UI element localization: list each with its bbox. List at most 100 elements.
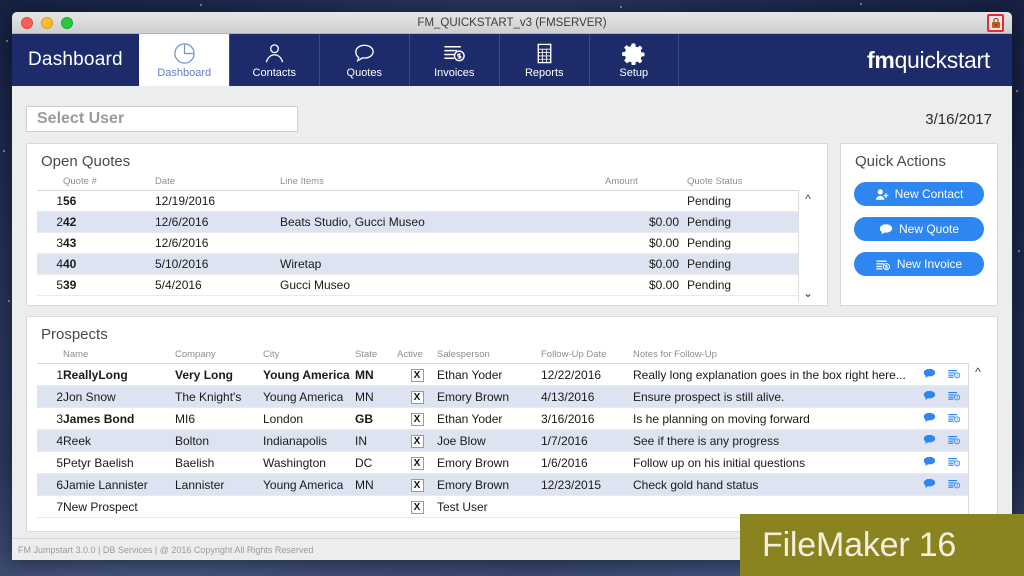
cell-state: IN xyxy=(355,429,397,452)
col-quote-status[interactable]: Quote Status xyxy=(687,176,797,191)
cell-active[interactable]: X xyxy=(397,495,437,518)
logo-quickstart: quickstart xyxy=(894,46,991,73)
cell-followup-date: 12/22/2016 xyxy=(541,363,633,386)
cell-company: Very Long xyxy=(175,363,263,386)
zoom-button[interactable] xyxy=(61,16,73,29)
tab-dashboard[interactable]: Dashboard xyxy=(138,34,229,86)
active-checkbox[interactable]: X xyxy=(410,413,424,426)
active-checkbox[interactable]: X xyxy=(410,435,424,448)
col-followup-date[interactable]: Follow-Up Date xyxy=(541,349,633,364)
col-amount[interactable]: Amount xyxy=(605,176,687,191)
row-number: 4 xyxy=(37,429,63,452)
tab-setup[interactable]: Setup xyxy=(588,34,679,86)
cell-followup-date: 1/6/2016 xyxy=(541,451,633,474)
tab-invoices[interactable]: Invoices xyxy=(408,34,499,86)
close-button[interactable] xyxy=(21,16,33,29)
col-name[interactable]: Name xyxy=(63,349,175,364)
active-checkbox[interactable]: X xyxy=(410,369,424,382)
col-salesperson[interactable]: Salesperson xyxy=(437,349,541,364)
tab-setup-label: Setup xyxy=(619,67,649,79)
cell-company: Bolton xyxy=(175,429,263,452)
speech-bubble-icon[interactable] xyxy=(923,390,936,404)
invoice-dollar-icon[interactable] xyxy=(948,368,961,382)
new-quote-button[interactable]: New Quote xyxy=(854,217,984,241)
cell-notes: Follow up on his initial questions xyxy=(633,451,907,474)
filemaker-version-label: FileMaker 16 xyxy=(762,525,957,564)
speech-bubble-icon[interactable] xyxy=(923,412,936,426)
invoice-dollar-icon[interactable] xyxy=(948,456,961,470)
tab-reports[interactable]: Reports xyxy=(498,34,589,86)
active-checkbox[interactable]: X xyxy=(410,501,424,514)
table-row[interactable]: 4 40 5/10/2016 Wiretap $0.00 Pending xyxy=(37,253,817,275)
prospects-scrollbar[interactable]: ^ xyxy=(968,363,987,529)
nav-tabs: Dashboard Contacts Quotes Invoices Repor… xyxy=(138,34,679,86)
table-row[interactable]: 6 Jamie Lannister Lannister Young Americ… xyxy=(37,473,987,496)
lock-icon[interactable] xyxy=(987,14,1004,32)
open-quotes-table-wrap: Quote # Date Line Items Amount Quote Sta… xyxy=(37,176,817,305)
col-quote-number[interactable]: Quote # xyxy=(63,176,155,191)
pie-chart-icon xyxy=(173,40,196,65)
cell-active[interactable]: X xyxy=(397,363,437,386)
tab-contacts[interactable]: Contacts xyxy=(228,34,319,86)
speech-bubble-icon[interactable] xyxy=(923,456,936,470)
footer-text: FM Jumpstart 3.0.0 | DB Services | @ 201… xyxy=(18,544,314,555)
cell-date: 12/6/2016 xyxy=(155,232,280,254)
new-contact-button[interactable]: New Contact xyxy=(854,182,984,206)
window-controls[interactable] xyxy=(21,16,73,29)
table-row[interactable]: 1 56 12/19/2016 Pending xyxy=(37,190,817,212)
table-row[interactable]: 5 Petyr Baelish Baelish Washington DC X … xyxy=(37,451,987,474)
cell-name: Petyr Baelish xyxy=(63,451,175,474)
star xyxy=(200,4,202,6)
cell-row-actions[interactable] xyxy=(907,473,967,496)
table-row[interactable]: 3 43 12/6/2016 $0.00 Pending xyxy=(37,232,817,254)
chevron-up-icon[interactable]: ^ xyxy=(975,365,981,379)
cell-row-actions[interactable] xyxy=(907,429,967,452)
speech-bubble-icon[interactable] xyxy=(923,478,936,492)
chevron-down-icon[interactable]: ⌄ xyxy=(803,286,813,300)
cell-row-actions[interactable] xyxy=(907,363,967,386)
table-row[interactable]: 3 James Bond MI6 London GB X Ethan Yoder… xyxy=(37,407,987,430)
new-invoice-button[interactable]: New Invoice xyxy=(854,252,984,276)
speech-bubble-icon[interactable] xyxy=(923,368,936,382)
cell-active[interactable]: X xyxy=(397,473,437,496)
table-row[interactable]: 1 ReallyLong Very Long Young America MN … xyxy=(37,363,987,386)
table-row[interactable]: 2 42 12/6/2016 Beats Studio, Gucci Museo… xyxy=(37,211,817,233)
page-title: Dashboard xyxy=(28,49,123,70)
cell-active[interactable]: X xyxy=(397,451,437,474)
row-number: 6 xyxy=(37,473,63,496)
col-date[interactable]: Date xyxy=(155,176,280,191)
table-row[interactable]: 4 Reek Bolton Indianapolis IN X Joe Blow… xyxy=(37,429,987,452)
window-titlebar[interactable]: FM_QUICKSTART_v3 (FMSERVER) xyxy=(12,12,1012,34)
col-state[interactable]: State xyxy=(355,349,397,364)
col-line-items[interactable]: Line Items xyxy=(280,176,605,191)
cell-row-actions[interactable] xyxy=(907,407,967,430)
select-user-input[interactable]: Select User xyxy=(26,106,298,132)
cell-active[interactable]: X xyxy=(397,407,437,430)
table-row[interactable]: 5 39 5/4/2016 Gucci Museo $0.00 Pending xyxy=(37,274,817,296)
open-quotes-table: Quote # Date Line Items Amount Quote Sta… xyxy=(37,176,817,296)
invoice-dollar-icon[interactable] xyxy=(948,390,961,404)
col-active[interactable]: Active xyxy=(397,349,437,364)
active-checkbox[interactable]: X xyxy=(410,391,424,404)
col-city[interactable]: City xyxy=(263,349,355,364)
table-row[interactable]: 2 Jon Snow The Knight's Young America MN… xyxy=(37,385,987,408)
cell-salesperson: Emory Brown xyxy=(437,385,541,408)
invoice-dollar-icon[interactable] xyxy=(948,478,961,492)
tab-quotes[interactable]: Quotes xyxy=(318,34,409,86)
invoice-dollar-icon[interactable] xyxy=(948,434,961,448)
cell-row-actions[interactable] xyxy=(907,385,967,408)
invoice-dollar-icon[interactable] xyxy=(948,412,961,426)
minimize-button[interactable] xyxy=(41,16,53,29)
chevron-up-icon[interactable]: ^ xyxy=(805,192,811,206)
speech-bubble-icon[interactable] xyxy=(923,434,936,448)
active-checkbox[interactable]: X xyxy=(410,457,424,470)
open-quotes-scrollbar[interactable]: ^ ⌄ xyxy=(798,190,817,303)
star xyxy=(3,150,5,152)
cell-name: Jamie Lannister xyxy=(63,473,175,496)
col-company[interactable]: Company xyxy=(175,349,263,364)
cell-active[interactable]: X xyxy=(397,385,437,408)
active-checkbox[interactable]: X xyxy=(410,479,424,492)
cell-active[interactable]: X xyxy=(397,429,437,452)
col-notes[interactable]: Notes for Follow-Up xyxy=(633,349,907,364)
cell-row-actions[interactable] xyxy=(907,451,967,474)
